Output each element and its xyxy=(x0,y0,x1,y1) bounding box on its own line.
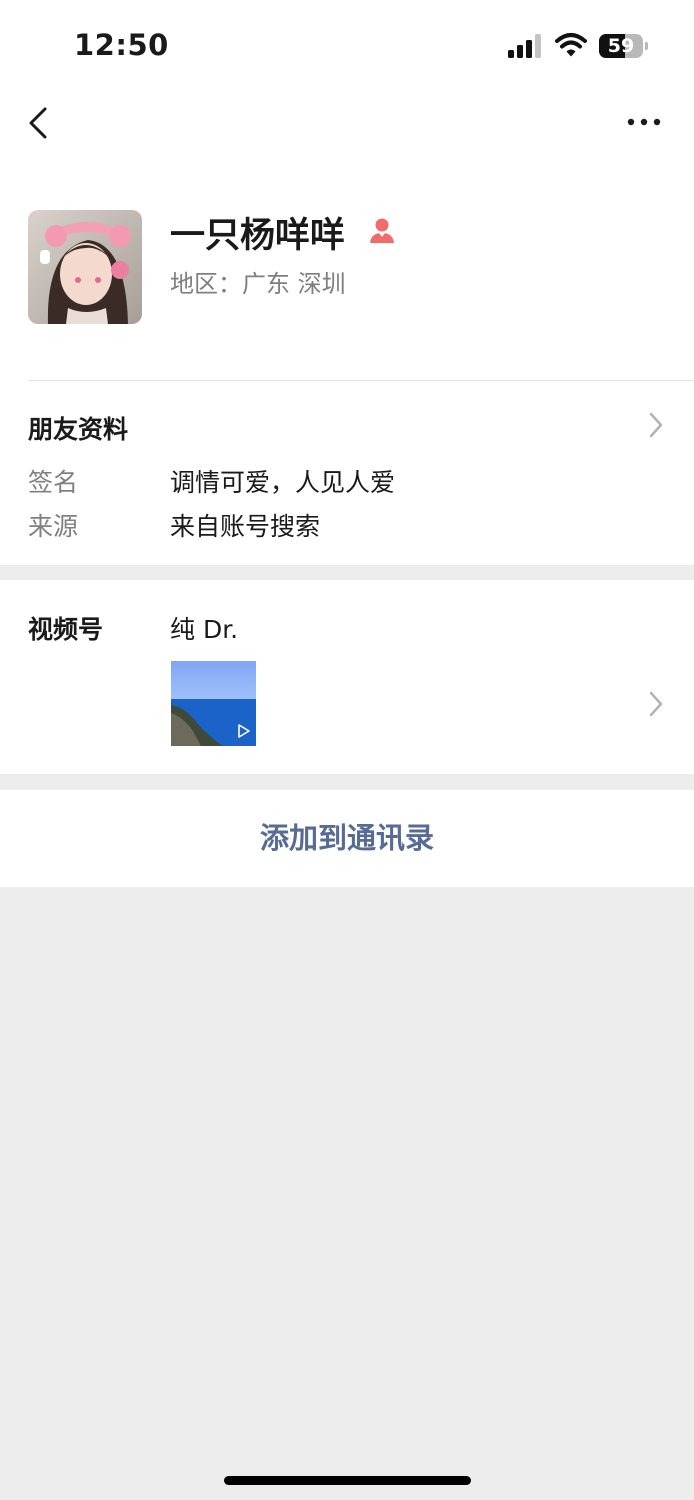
divider xyxy=(28,380,694,381)
channels-label[interactable]: 视频号 xyxy=(28,610,103,646)
more-options-icon[interactable] xyxy=(624,112,664,132)
friend-info-title[interactable]: 朋友资料 xyxy=(28,410,128,446)
nickname: 一只杨咩咩 xyxy=(170,216,346,256)
channels-name: 纯 Dr. xyxy=(170,615,239,644)
video-thumbnail[interactable] xyxy=(171,661,256,746)
region-text: 地区：广东 深圳 xyxy=(170,270,346,298)
battery-percentage: 59 xyxy=(607,35,635,57)
source-value: 来自账号搜索 xyxy=(170,512,321,541)
source-label: 来源 xyxy=(28,512,79,541)
avatar[interactable] xyxy=(28,210,142,324)
signature-value: 调情可爱，人见人爱 xyxy=(170,468,396,497)
channels-panel xyxy=(0,580,694,774)
female-icon xyxy=(370,218,394,243)
chevron-right-icon[interactable] xyxy=(648,412,664,438)
wifi-icon xyxy=(555,33,587,57)
status-time: 12:50 xyxy=(74,28,169,62)
cellular-signal-icon xyxy=(508,34,541,58)
battery-icon: 59 xyxy=(599,34,649,58)
back-icon[interactable] xyxy=(26,106,54,140)
add-to-contacts-button[interactable]: 添加到通讯录 xyxy=(0,790,694,887)
home-indicator[interactable] xyxy=(224,1476,471,1485)
chevron-right-icon[interactable] xyxy=(648,691,664,717)
signature-label: 签名 xyxy=(28,468,79,497)
